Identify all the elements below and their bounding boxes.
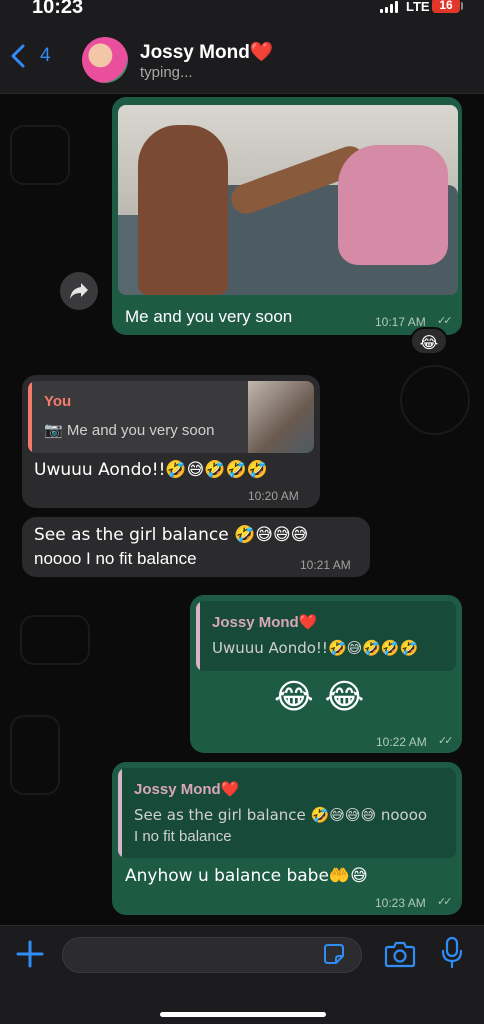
- forward-button[interactable]: [60, 272, 98, 310]
- back-button[interactable]: 4: [10, 42, 54, 72]
- contact-name[interactable]: Jossy Mond❤️: [140, 40, 273, 64]
- network-type: LTE: [406, 0, 430, 14]
- forward-icon: [70, 283, 88, 299]
- quote-text-line: See as the girl balance 🤣😅😅😅 noooo: [134, 806, 428, 824]
- reply-quote[interactable]: Jossy Mond❤️ See as the girl balance 🤣😅😅…: [118, 768, 456, 858]
- read-ticks-icon: ✓✓: [438, 735, 454, 747]
- message-time: 10:23 AM: [375, 896, 426, 910]
- message-text: Uwuuu Aondo!!🤣😅🤣🤣🤣: [34, 460, 268, 480]
- quote-bar: [118, 768, 122, 858]
- quote-text-value: Me and you very soon: [66, 422, 215, 439]
- sticker-button[interactable]: [322, 942, 346, 966]
- photo-figure: [338, 145, 448, 265]
- message-reaction[interactable]: 😂: [410, 327, 448, 355]
- contact-status: typing...: [140, 64, 193, 81]
- wallpaper-doodle: [400, 365, 470, 435]
- message-emoji: 😂 😂: [274, 677, 365, 717]
- quote-author: Jossy Mond❤️: [134, 781, 240, 798]
- message-time: 10:20 AM: [248, 489, 299, 503]
- quote-text-line: I no fit balance: [134, 828, 232, 845]
- quote-author: Jossy Mond❤️: [212, 614, 318, 631]
- home-indicator: [160, 1012, 326, 1017]
- quote-thumbnail: [248, 381, 314, 453]
- message-time: 10:21 AM: [300, 558, 351, 572]
- chat-area[interactable]: Me and you very soon 10:17 AM ✓✓ 😂 You 📷…: [0, 95, 484, 925]
- battery-tip: [461, 2, 463, 10]
- wallpaper-doodle: [10, 125, 70, 185]
- microphone-icon: [441, 936, 463, 969]
- microphone-button[interactable]: [440, 936, 464, 970]
- quote-bar: [28, 381, 32, 453]
- message-text-line: See as the girl balance 🤣😅😅😅: [34, 525, 309, 545]
- avatar[interactable]: [82, 37, 128, 83]
- message-text-line: noooo I no fit balance: [34, 549, 197, 568]
- sticker-icon: [324, 944, 344, 964]
- status-bar: 10:23 LTE 16: [0, 0, 484, 20]
- camera-button[interactable]: [384, 940, 416, 968]
- message-incoming[interactable]: You 📷 Me and you very soon Uwuuu Aondo!!…: [22, 375, 320, 508]
- message-caption: Me and you very soon: [125, 307, 293, 326]
- chat-header: 4 Jossy Mond❤️ typing...: [0, 20, 484, 94]
- signal-icon: [380, 1, 400, 13]
- message-incoming[interactable]: See as the girl balance 🤣😅😅😅 noooo I no …: [22, 517, 370, 577]
- wallpaper-doodle: [10, 715, 60, 795]
- photo-figure: [138, 125, 228, 295]
- battery-icon: 16: [432, 0, 460, 13]
- message-text: Anyhow u balance babe🤲😅: [125, 866, 368, 886]
- back-chevron-icon: [11, 44, 25, 68]
- status-time: 10:23: [32, 0, 84, 18]
- read-ticks-icon: ✓✓: [437, 896, 453, 908]
- composer-bar: [0, 925, 484, 1024]
- message-outgoing[interactable]: Jossy Mond❤️ See as the girl balance 🤣😅😅…: [112, 762, 462, 915]
- camera-icon: [384, 941, 416, 968]
- plus-icon: [16, 940, 44, 968]
- camera-small-icon: 📷: [44, 422, 67, 439]
- message-outgoing-photo[interactable]: Me and you very soon 10:17 AM ✓✓: [112, 97, 462, 335]
- quote-text: 📷 Me and you very soon: [44, 421, 214, 439]
- contact-heart: ❤️: [249, 42, 274, 63]
- message-photo[interactable]: [118, 105, 458, 295]
- quote-text: Uwuuu Aondo!!🤣😅🤣🤣🤣: [212, 639, 419, 657]
- quote-author: You: [44, 393, 72, 410]
- reply-quote[interactable]: Jossy Mond❤️ Uwuuu Aondo!!🤣😅🤣🤣🤣: [196, 601, 456, 671]
- message-input[interactable]: [62, 937, 362, 973]
- quote-bar: [196, 601, 200, 671]
- wallpaper-doodle: [20, 615, 90, 665]
- message-time: 10:22 AM: [376, 735, 427, 749]
- reply-quote[interactable]: You 📷 Me and you very soon: [28, 381, 314, 453]
- message-outgoing[interactable]: Jossy Mond❤️ Uwuuu Aondo!!🤣😅🤣🤣🤣 😂 😂 10:2…: [190, 595, 462, 753]
- attach-button[interactable]: [14, 938, 46, 970]
- read-ticks-icon: ✓✓: [437, 315, 453, 327]
- unread-count: 4: [40, 45, 51, 66]
- contact-name-text: Jossy Mond: [140, 42, 250, 63]
